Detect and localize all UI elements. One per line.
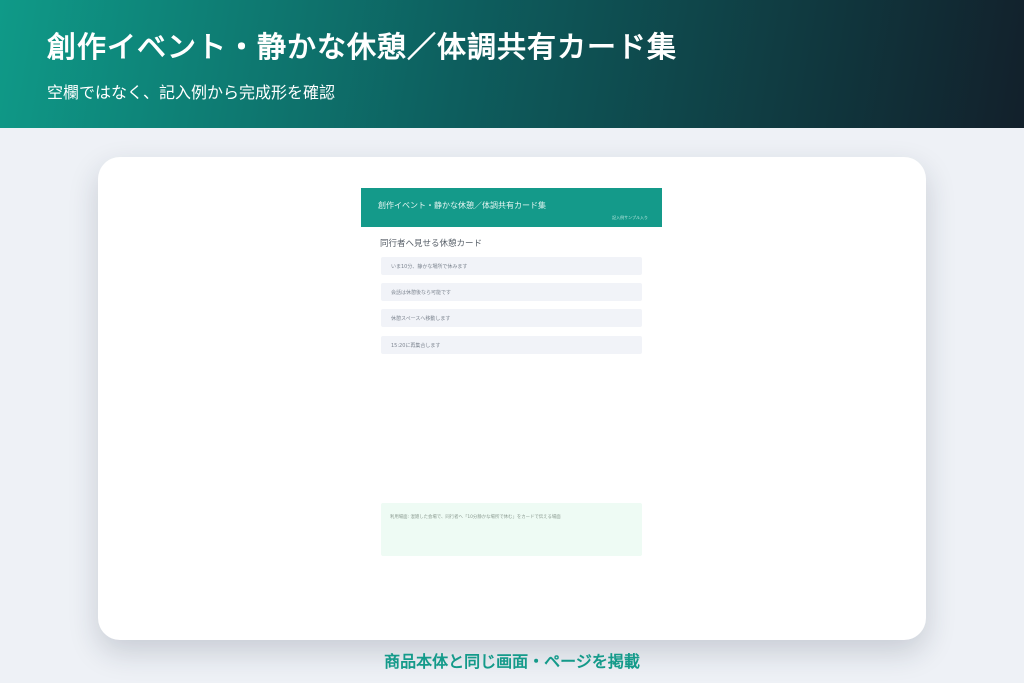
usage-note: 利用場面: 混雑した会場で、同行者へ「10分静かな場所で休む」をカードで伝える場…: [381, 503, 642, 556]
usage-note-text: 利用場面: 混雑した会場で、同行者へ「10分静かな場所で休む」をカードで伝える場…: [390, 515, 561, 520]
product-header: 創作イベント・静かな休憩／体調共有カード集 記入例サンプル入り: [361, 188, 662, 227]
header-banner: 創作イベント・静かな休憩／体調共有カード集 空欄ではなく、記入例から完成形を確認: [0, 0, 1024, 128]
rest-card: 会話は休憩後なら可能です: [381, 283, 642, 301]
section-heading: 同行者へ見せる休憩カード: [380, 239, 483, 249]
page-subtitle: 空欄ではなく、記入例から完成形を確認: [47, 83, 336, 102]
rest-card: いま10分、静かな場所で休みます: [381, 257, 642, 275]
rest-card: 15:20に再集合します: [381, 336, 642, 354]
rest-card-text: 会話は休憩後なら可能です: [391, 290, 452, 296]
caption: 商品本体と同じ画面・ページを掲載: [384, 652, 640, 671]
product-tag: 記入例サンプル入り: [612, 215, 648, 220]
rest-card-text: いま10分、静かな場所で休みます: [391, 264, 468, 270]
rest-card: 休憩スペースへ移動します: [381, 309, 642, 327]
rest-card-text: 15:20に再集合します: [391, 343, 441, 349]
rest-card-text: 休憩スペースへ移動します: [391, 316, 451, 322]
preview-frame: 創作イベント・静かな休憩／体調共有カード集 記入例サンプル入り 同行者へ見せる休…: [98, 157, 926, 640]
product-title: 創作イベント・静かな休憩／体調共有カード集: [378, 201, 546, 210]
product-page-preview: 創作イベント・静かな休憩／体調共有カード集 記入例サンプル入り 同行者へ見せる休…: [361, 188, 662, 558]
page-title: 創作イベント・静かな休憩／体調共有カード集: [47, 30, 678, 64]
